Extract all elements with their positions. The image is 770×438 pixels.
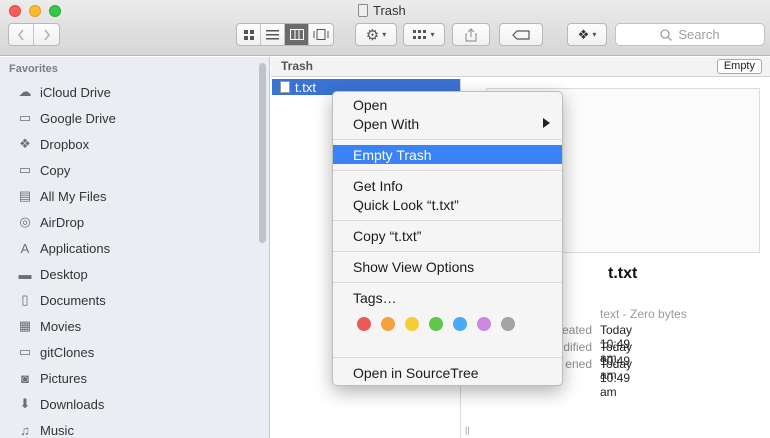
minimize-window-button[interactable]: [29, 5, 41, 17]
share-button[interactable]: [452, 23, 490, 46]
tag-blue[interactable]: [453, 317, 467, 331]
pictures-icon: ◙: [21, 370, 29, 386]
folder-title: Trash: [281, 59, 314, 73]
zoom-window-button[interactable]: [49, 5, 61, 17]
tag-color-picker: [357, 317, 515, 331]
close-window-button[interactable]: [9, 5, 21, 17]
sidebar-item-all-my-files[interactable]: ▤ All My Files: [16, 185, 107, 207]
list-icon: [266, 30, 279, 40]
column-view-button[interactable]: [285, 24, 309, 45]
dropbox-menu-button[interactable]: ❖ ▾: [567, 23, 607, 46]
menu-item-show-view-options[interactable]: Show View Options: [333, 257, 562, 276]
menu-item-quick-look[interactable]: Quick Look “t.txt”: [333, 195, 562, 214]
downloads-icon: ⬇: [19, 396, 31, 411]
sidebar-item-downloads[interactable]: ⬇ Downloads: [16, 393, 105, 415]
list-view-button[interactable]: [261, 24, 285, 45]
menu-separator: [333, 139, 562, 140]
sidebar-item-copy[interactable]: ▭ Copy: [16, 159, 71, 181]
window-toolbar: Trash ⚙ ▾ ▾ ❖ ▾ Search: [0, 0, 770, 56]
share-icon: [465, 27, 477, 42]
sidebar: Favorites ☁ iCloud Drive ▭ Google Drive ❖ D…: [0, 57, 270, 438]
icon-view-button[interactable]: [237, 24, 261, 45]
menu-separator: [333, 357, 562, 358]
search-icon: [660, 28, 673, 41]
menu-item-open-with[interactable]: Open With: [333, 114, 562, 133]
trash-icon: [358, 4, 368, 17]
folder-icon: ▭: [18, 344, 32, 359]
menu-separator: [333, 170, 562, 171]
arrange-grid-icon: [413, 29, 427, 39]
preview-kind: text - Zero bytes: [600, 307, 687, 321]
sidebar-item-applications[interactable]: A Applications: [16, 237, 110, 259]
forward-button[interactable]: [34, 24, 59, 45]
path-bar: Trash Empty: [271, 57, 770, 77]
sidebar-item-dropbox[interactable]: ❖ Dropbox: [16, 133, 89, 155]
search-field[interactable]: Search: [615, 23, 765, 46]
tag-purple[interactable]: [477, 317, 491, 331]
music-icon: ♫: [20, 422, 30, 438]
chevron-down-icon: ▾: [592, 30, 597, 39]
view-mode-segmented-control: [236, 23, 334, 46]
menu-item-copy[interactable]: Copy “t.txt”: [333, 226, 562, 245]
search-placeholder: Search: [678, 27, 720, 42]
tag-yellow[interactable]: [405, 317, 419, 331]
tag-gray[interactable]: [501, 317, 515, 331]
documents-icon: ▯: [21, 292, 29, 307]
grid-icon: [243, 29, 254, 40]
tag-green[interactable]: [429, 317, 443, 331]
sidebar-item-desktop[interactable]: ▬ Desktop: [16, 263, 88, 285]
sidebar-item-movies[interactable]: ▦ Movies: [16, 315, 81, 337]
cover-flow-view-button[interactable]: [309, 24, 333, 45]
files-icon: ▤: [18, 188, 32, 203]
folder-icon: ▭: [18, 110, 32, 125]
dropbox-icon: ❖: [19, 136, 31, 151]
preview-file-name: t.txt: [608, 265, 638, 282]
sidebar-item-pictures[interactable]: ◙ Pictures: [16, 367, 87, 389]
sidebar-item-music[interactable]: ♫ Music: [16, 419, 74, 438]
menu-item-open[interactable]: Open: [333, 95, 562, 114]
movies-icon: ▦: [18, 318, 32, 333]
dropbox-icon: ❖: [577, 26, 590, 42]
columns-icon: [289, 29, 304, 40]
cover-flow-icon: [313, 29, 329, 40]
sidebar-item-documents[interactable]: ▯ Documents: [16, 289, 105, 311]
submenu-arrow-icon: [543, 118, 550, 128]
sidebar-item-icloud-drive[interactable]: ☁ iCloud Drive: [16, 81, 111, 103]
menu-separator: [333, 282, 562, 283]
sidebar-item-gitclones[interactable]: ▭ gitClones: [16, 341, 94, 363]
tag-icon: [512, 29, 530, 40]
edit-tags-button[interactable]: [499, 23, 543, 46]
arrange-menu-button[interactable]: ▾: [403, 23, 445, 46]
window-title: Trash: [358, 3, 406, 18]
gear-icon: ⚙: [365, 26, 380, 44]
chevron-right-icon: [43, 29, 50, 40]
airdrop-icon: ◎: [19, 214, 31, 229]
menu-item-open-in-sourcetree[interactable]: Open in SourceTree: [333, 363, 562, 382]
chevron-down-icon: ▾: [382, 30, 387, 39]
sidebar-item-google-drive[interactable]: ▭ Google Drive: [16, 107, 116, 129]
text-file-icon: [280, 81, 290, 93]
sidebar-item-airdrop[interactable]: ◎ AirDrop: [16, 211, 84, 233]
back-button[interactable]: [9, 24, 35, 45]
menu-separator: [333, 220, 562, 221]
chevron-down-icon: ▾: [430, 30, 435, 39]
menu-item-get-info[interactable]: Get Info: [333, 176, 562, 195]
action-menu-button[interactable]: ⚙ ▾: [355, 23, 397, 46]
menu-separator: [333, 251, 562, 252]
empty-button[interactable]: Empty: [716, 59, 762, 74]
context-menu: Open Open With Empty Trash Get Info Quic…: [332, 91, 563, 386]
column-resize-handle[interactable]: ||: [465, 425, 470, 435]
tag-red[interactable]: [357, 317, 371, 331]
tag-orange[interactable]: [381, 317, 395, 331]
menu-item-empty-trash[interactable]: Empty Trash: [333, 145, 562, 164]
folder-icon: ▭: [18, 162, 32, 177]
menu-item-tags[interactable]: Tags…: [333, 288, 562, 307]
sidebar-section-favorites: Favorites: [9, 63, 58, 75]
back-forward-buttons: [8, 23, 60, 46]
sidebar-scrollbar[interactable]: [259, 63, 266, 243]
applications-icon: A: [20, 240, 30, 256]
cloud-icon: ☁: [18, 84, 32, 99]
chevron-left-icon: [18, 29, 24, 40]
desktop-icon: ▬: [18, 266, 32, 282]
